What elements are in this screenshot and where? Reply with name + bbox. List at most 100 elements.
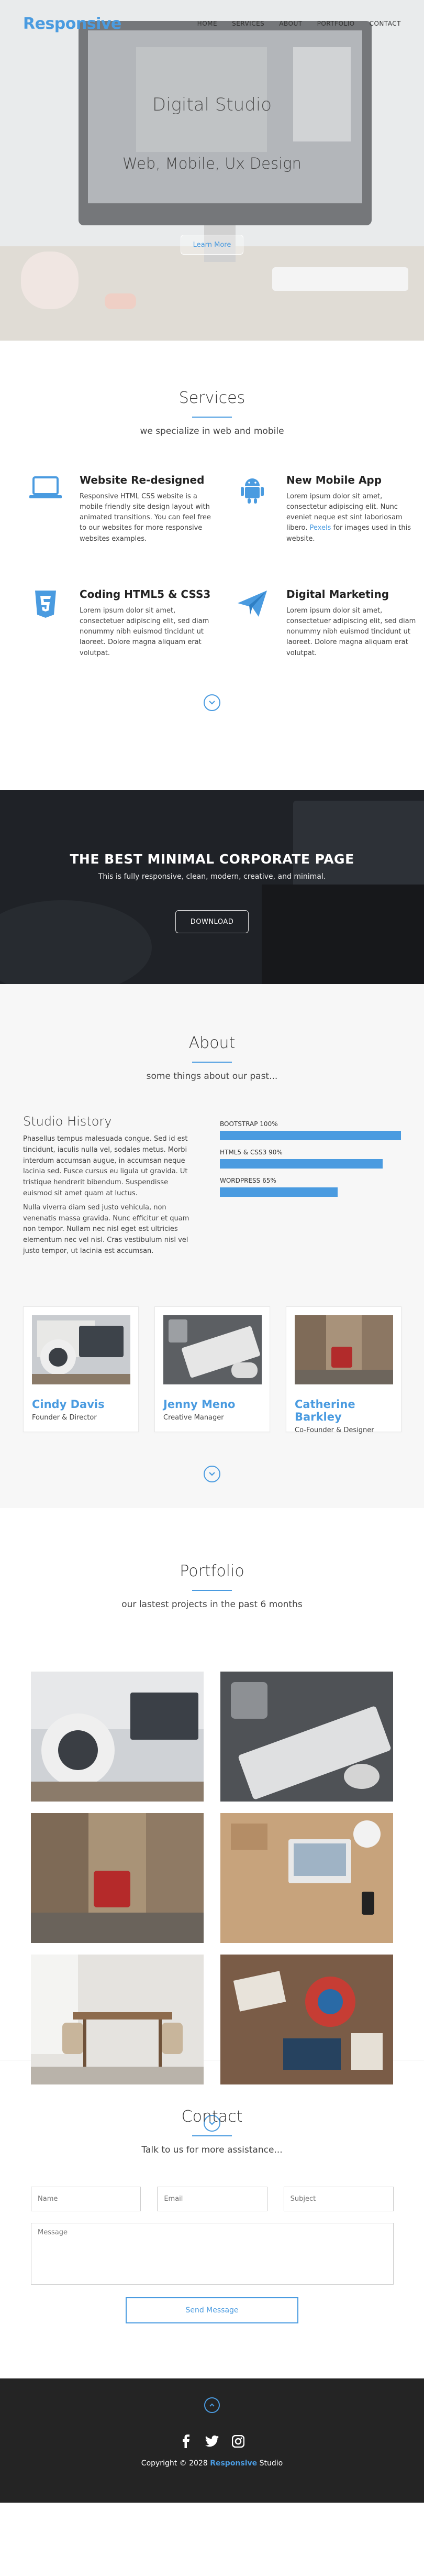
about-section: About some things about our past... Stud… bbox=[0, 984, 424, 1508]
twitter-icon[interactable] bbox=[205, 2434, 219, 2449]
skill-track bbox=[220, 1187, 401, 1197]
portfolio-subtitle: our lastest projects in the past 6 month… bbox=[121, 1599, 303, 1610]
portfolio-image bbox=[220, 1955, 393, 2084]
copyright-brand-link[interactable]: Responsive bbox=[210, 2459, 257, 2468]
message-textarea[interactable] bbox=[31, 2223, 394, 2285]
back-to-top-button[interactable] bbox=[204, 2397, 220, 2413]
skill-bar bbox=[220, 1187, 338, 1197]
service-title: New Mobile App bbox=[286, 474, 382, 486]
nav-about[interactable]: ABOUT bbox=[279, 20, 302, 27]
skill-track bbox=[220, 1131, 401, 1140]
service-title: Coding HTML5 & CSS3 bbox=[80, 588, 211, 601]
portfolio-image bbox=[220, 1813, 393, 1943]
services-section: Services we specialize in web and mobile… bbox=[0, 341, 424, 790]
service-text: Lorem ipsum dolor sit amet, consectetuer… bbox=[80, 607, 209, 657]
team-role: Co-Founder & Designer bbox=[295, 1426, 374, 1434]
studio-history: Studio History Phasellus tempus malesuad… bbox=[23, 1114, 199, 1260]
html5-icon bbox=[27, 588, 64, 672]
instagram-icon[interactable] bbox=[231, 2434, 246, 2449]
portfolio-divider bbox=[192, 1590, 232, 1591]
history-paragraph: Phasellus tempus malesuada congue. Sed i… bbox=[23, 1135, 188, 1197]
history-title: Studio History bbox=[23, 1114, 112, 1129]
service-website: Website Re-designed Responsive HTML CSS … bbox=[27, 474, 213, 558]
facebook-icon[interactable] bbox=[178, 2434, 193, 2449]
pexels-link[interactable]: Pexels bbox=[310, 524, 331, 532]
scroll-down-button[interactable] bbox=[204, 694, 220, 711]
team-photo bbox=[32, 1315, 130, 1384]
learn-more-button[interactable]: Learn More bbox=[181, 235, 243, 255]
skill-label: HTML5 & CSS3 90% bbox=[220, 1149, 283, 1156]
portfolio-gallery bbox=[0, 1610, 424, 2084]
skill-bar bbox=[220, 1159, 383, 1169]
team-photo bbox=[163, 1315, 262, 1384]
service-title: Digital Marketing bbox=[286, 588, 389, 601]
copyright: Copyright © 2028 Responsive Studio bbox=[0, 2459, 424, 2468]
chevron-up-icon bbox=[209, 2403, 215, 2407]
service-coding: Coding HTML5 & CSS3 Lorem ipsum dolor si… bbox=[27, 588, 213, 672]
send-message-button[interactable]: Send Message bbox=[126, 2297, 298, 2323]
services-title: Services bbox=[178, 389, 246, 407]
portfolio-section: Portfolio our lastest projects in the pa… bbox=[0, 1508, 424, 2132]
portfolio-item-dining[interactable] bbox=[31, 1955, 204, 2084]
nav-contact[interactable]: CONTACT bbox=[370, 20, 401, 27]
name-input[interactable] bbox=[31, 2187, 141, 2211]
history-paragraph: Nulla viverra diam sed justo vehicula, n… bbox=[23, 1203, 189, 1255]
services-grid: Website Re-designed Responsive HTML CSS … bbox=[0, 436, 424, 672]
skills-list: BOOTSTRAP 100% HTML5 & CSS3 90% WORDPRES… bbox=[220, 1114, 401, 1260]
banner-title: THE BEST MINIMAL CORPORATE PAGE bbox=[70, 852, 354, 867]
team-card: Cindy Davis Founder & Director bbox=[23, 1306, 139, 1432]
chevron-down-icon bbox=[209, 701, 215, 705]
about-content: Studio History Phasellus tempus malesuad… bbox=[0, 1082, 424, 1260]
portfolio-item-desk[interactable] bbox=[220, 1813, 393, 1943]
service-marketing: Digital Marketing Lorem ipsum dolor sit … bbox=[234, 588, 420, 672]
portfolio-item-keyboard[interactable] bbox=[220, 1672, 393, 1802]
skill-track bbox=[220, 1159, 401, 1169]
nav-home[interactable]: HOME bbox=[197, 20, 217, 27]
chevron-down-icon bbox=[209, 1471, 215, 1476]
brand-logo[interactable]: Responsive bbox=[23, 15, 121, 33]
contact-subtitle: Talk to us for more assistance... bbox=[141, 2145, 283, 2155]
hero-subtitle: Web, Mobile, Ux Design bbox=[122, 155, 302, 172]
portfolio-image bbox=[31, 1813, 204, 1943]
form-row bbox=[31, 2187, 394, 2211]
download-button[interactable]: DOWNLOAD bbox=[175, 910, 249, 933]
services-divider bbox=[192, 417, 232, 418]
contact-form: Send Message bbox=[0, 2155, 394, 2323]
contact-divider bbox=[192, 2135, 232, 2136]
team-photo bbox=[295, 1315, 393, 1384]
team-card: Jenny Meno Creative Manager bbox=[154, 1306, 270, 1432]
team-name: Catherine Barkley bbox=[295, 1398, 355, 1423]
banner-overlay bbox=[0, 790, 424, 984]
laptop-icon bbox=[27, 474, 64, 558]
portfolio-title: Portfolio bbox=[180, 1562, 244, 1580]
copyright-prefix: Copyright © 2028 bbox=[141, 2459, 208, 2468]
portfolio-image bbox=[31, 1672, 204, 1802]
subject-input[interactable] bbox=[283, 2187, 394, 2211]
about-subtitle: some things about our past... bbox=[146, 1071, 278, 1082]
skill-label: BOOTSTRAP 100% bbox=[220, 1120, 278, 1128]
team-name: Cindy Davis bbox=[32, 1398, 105, 1411]
services-subtitle: we specialize in web and mobile bbox=[140, 426, 284, 436]
cta-banner: THE BEST MINIMAL CORPORATE PAGE This is … bbox=[0, 790, 424, 984]
service-text: Responsive HTML CSS website is a mobile … bbox=[80, 493, 211, 543]
about-title: About bbox=[188, 1034, 236, 1052]
portfolio-item-street[interactable] bbox=[31, 1813, 204, 1943]
main-nav: Responsive HOME SERVICES ABOUT PORTFOLIO… bbox=[0, 0, 424, 47]
about-divider bbox=[192, 1062, 232, 1063]
copyright-suffix: Studio bbox=[259, 2459, 283, 2468]
portfolio-image bbox=[220, 1672, 393, 1802]
skill-bar bbox=[220, 1131, 401, 1140]
team-cards: Cindy Davis Founder & Director Jenny Men… bbox=[0, 1260, 424, 1434]
hero-section: Responsive HOME SERVICES ABOUT PORTFOLIO… bbox=[0, 0, 424, 341]
scroll-down-button[interactable] bbox=[204, 1465, 220, 1482]
nav-portfolio[interactable]: PORTFOLIO bbox=[317, 20, 355, 27]
team-name: Jenny Meno bbox=[163, 1398, 236, 1411]
nav-services[interactable]: SERVICES bbox=[232, 20, 264, 27]
nav-links: HOME SERVICES ABOUT PORTFOLIO CONTACT bbox=[197, 20, 401, 27]
portfolio-item-speaker[interactable] bbox=[31, 1672, 204, 1802]
service-mobile-app: New Mobile App Lorem ipsum dolor sit ame… bbox=[234, 474, 420, 558]
email-input[interactable] bbox=[157, 2187, 267, 2211]
contact-title: Contact bbox=[181, 2108, 243, 2126]
portfolio-item-stationery[interactable] bbox=[220, 1955, 393, 2084]
hero-title: Digital Studio bbox=[152, 94, 272, 115]
